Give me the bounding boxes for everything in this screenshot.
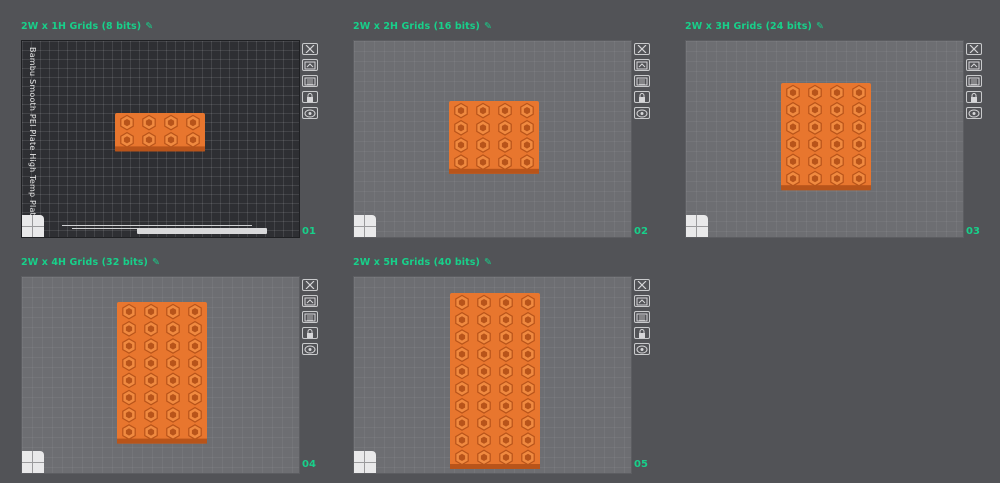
plate-type-label: Bambu Smooth PEI Plate High Temp Plate	[28, 47, 37, 222]
plate-bed[interactable]	[353, 40, 632, 238]
plate-title[interactable]: 2W x 4H Grids (32 bits) ✎	[21, 257, 160, 268]
edit-icon[interactable]: ✎	[484, 21, 492, 32]
plate-bed[interactable]: Bambu Smooth PEI Plate High Temp Plate	[21, 40, 300, 238]
plate-settings-button[interactable]	[966, 107, 982, 119]
close-icon	[637, 45, 647, 53]
plate-bed[interactable]	[21, 276, 300, 474]
arrange-icon	[636, 313, 648, 322]
model[interactable]	[117, 300, 207, 446]
lock-button[interactable]	[302, 327, 318, 339]
plate-index: 05	[634, 459, 648, 470]
plate-title[interactable]: 2W x 5H Grids (40 bits) ✎	[353, 257, 492, 268]
auto-orient-button[interactable]	[302, 59, 318, 71]
close-icon	[969, 45, 979, 53]
lock-button[interactable]	[634, 327, 650, 339]
plate-toolbar	[634, 43, 652, 123]
plate-title[interactable]: 2W x 3H Grids (24 bits) ✎	[685, 21, 824, 32]
plate-index: 04	[302, 459, 316, 470]
auto-orient-icon	[304, 297, 316, 306]
plate-thumbnail[interactable]	[354, 451, 376, 473]
lock-icon	[305, 92, 315, 102]
auto-orient-icon	[304, 61, 316, 70]
arrange-button[interactable]	[966, 75, 982, 87]
lock-button[interactable]	[634, 91, 650, 103]
plate-toolbar	[302, 43, 320, 123]
plate-title[interactable]: 2W x 2H Grids (16 bits) ✎	[353, 21, 492, 32]
model[interactable]	[115, 111, 205, 153]
arrange-icon	[304, 313, 316, 322]
edit-icon[interactable]: ✎	[816, 21, 824, 32]
auto-orient-icon	[636, 61, 648, 70]
arrange-icon	[968, 77, 980, 86]
plate-bed[interactable]	[353, 276, 632, 474]
plate-settings-icon	[636, 345, 648, 354]
plate-settings-button[interactable]	[302, 343, 318, 355]
plate-thumbnail[interactable]	[686, 215, 708, 237]
plate-toolbar	[966, 43, 984, 123]
close-button[interactable]	[634, 279, 650, 291]
plate-settings-icon	[304, 109, 316, 118]
edit-icon[interactable]: ✎	[484, 257, 492, 268]
arrange-button[interactable]	[634, 75, 650, 87]
close-button[interactable]	[302, 279, 318, 291]
plate-settings-icon	[304, 345, 316, 354]
arrange-icon	[636, 77, 648, 86]
lock-icon	[969, 92, 979, 102]
close-icon	[637, 281, 647, 289]
auto-orient-button[interactable]	[966, 59, 982, 71]
model[interactable]	[449, 99, 539, 176]
lock-icon	[637, 328, 647, 338]
arrange-button[interactable]	[302, 311, 318, 323]
plate-title[interactable]: 2W x 1H Grids (8 bits) ✎	[21, 21, 153, 32]
lock-button[interactable]	[302, 91, 318, 103]
plate-thumbnail[interactable]	[22, 215, 44, 237]
model[interactable]	[450, 291, 540, 471]
plate-index: 03	[966, 226, 980, 237]
auto-orient-button[interactable]	[634, 295, 650, 307]
arrange-icon	[304, 77, 316, 86]
auto-orient-icon	[636, 297, 648, 306]
plate-thumbnail[interactable]	[22, 451, 44, 473]
plate-settings-button[interactable]	[634, 107, 650, 119]
lock-button[interactable]	[966, 91, 982, 103]
plate-settings-icon	[968, 109, 980, 118]
lock-icon	[637, 92, 647, 102]
plate-bed[interactable]	[685, 40, 964, 238]
arrange-button[interactable]	[302, 75, 318, 87]
plate-toolbar	[634, 279, 652, 359]
close-button[interactable]	[302, 43, 318, 55]
plate-index: 01	[302, 226, 316, 237]
lock-icon	[305, 328, 315, 338]
plate-settings-icon	[636, 109, 648, 118]
plate-toolbar	[302, 279, 320, 359]
plate-settings-button[interactable]	[302, 107, 318, 119]
auto-orient-button[interactable]	[302, 295, 318, 307]
plate-edge-marking	[62, 219, 267, 234]
arrange-button[interactable]	[634, 311, 650, 323]
close-button[interactable]	[966, 43, 982, 55]
model[interactable]	[781, 81, 871, 192]
plate-index: 02	[634, 226, 648, 237]
plate-thumbnail[interactable]	[354, 215, 376, 237]
auto-orient-icon	[968, 61, 980, 70]
plate-settings-button[interactable]	[634, 343, 650, 355]
edit-icon[interactable]: ✎	[152, 257, 160, 268]
close-icon	[305, 281, 315, 289]
close-button[interactable]	[634, 43, 650, 55]
auto-orient-button[interactable]	[634, 59, 650, 71]
close-icon	[305, 45, 315, 53]
edit-icon[interactable]: ✎	[145, 21, 153, 32]
